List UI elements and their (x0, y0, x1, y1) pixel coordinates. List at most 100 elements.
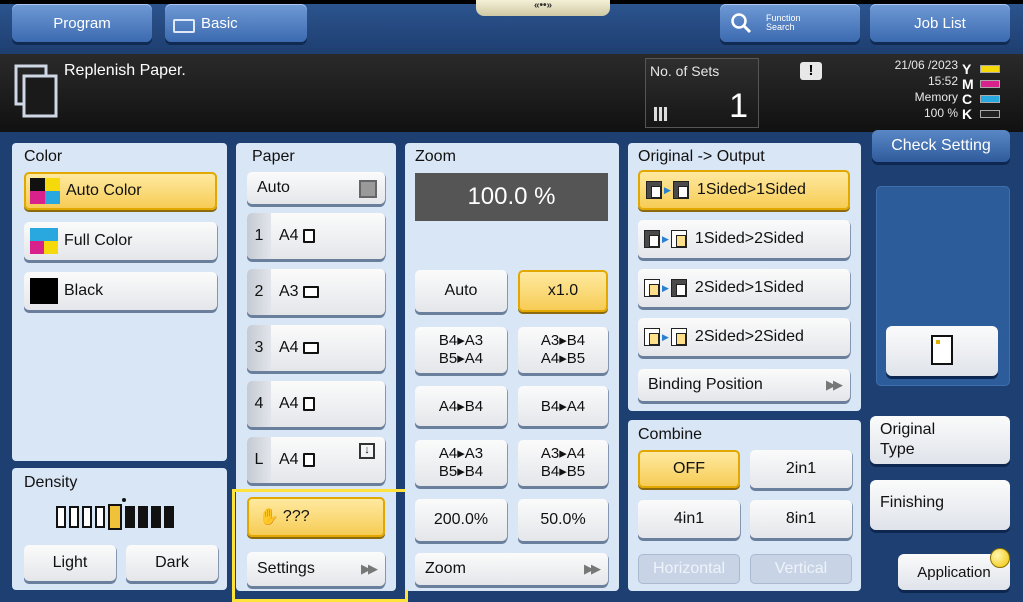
zoom-50-button[interactable]: 50.0% (518, 499, 608, 541)
horizontal-button: Horizontal (638, 554, 740, 584)
zoom-value: 100.0 % (467, 183, 556, 210)
job-list-label: Job List (914, 14, 966, 32)
density-bar-selected (108, 504, 122, 530)
double-chevron-right-icon: ▶▶ (584, 561, 601, 576)
zoom-label: B4▸A4 (540, 398, 586, 415)
original-output-title: Original -> Output (638, 148, 765, 165)
portrait-paper-icon (302, 229, 315, 243)
combine-4in1-label: 4in1 (673, 510, 705, 527)
tray-3-button[interactable]: 3 A4 (247, 325, 385, 371)
tray-1-button[interactable]: 1 A4 (247, 213, 385, 259)
auto-color-label: Auto Color (66, 182, 142, 199)
zoom-label: B4▸A3 (438, 332, 484, 349)
light-button[interactable]: Light (24, 545, 116, 581)
sets-label: No. of Sets (650, 63, 720, 79)
tray-number: 2 (247, 269, 271, 315)
zoom-200-button[interactable]: 200.0% (415, 499, 507, 541)
check-setting-button[interactable]: Check Setting (872, 130, 1010, 162)
1sided-2sided-icon: ▶ (644, 230, 687, 248)
job-list-button[interactable]: Job List (870, 4, 1010, 42)
zoom-a3a4-b4b5-button[interactable]: A3▸A4 B4▸B5 (518, 440, 608, 486)
density-bar (164, 506, 174, 528)
zoom-label: A3▸A4 (540, 445, 586, 462)
unknown-paper-label: ??? (282, 508, 310, 525)
1sided-1sided-button[interactable]: ▶ 1Sided>1Sided (638, 170, 850, 210)
function-search-button[interactable]: Function Search (720, 4, 860, 42)
zoom-x1-button[interactable]: x1.0 (518, 270, 608, 312)
full-color-icon (30, 228, 58, 254)
combine-title: Combine (638, 426, 703, 443)
page-preview-icon (931, 335, 953, 365)
panel-handle-label: «••» (533, 0, 553, 11)
portrait-paper-icon (302, 397, 315, 411)
preview-button[interactable] (886, 326, 998, 376)
tray-size: A4 (279, 339, 299, 356)
toner-row: Y (962, 61, 1012, 77)
status-time: 15:52 (927, 74, 958, 88)
color-title: Color (24, 148, 63, 165)
toner-row: M (962, 76, 1012, 92)
binding-position-button[interactable]: Binding Position ▶▶ (638, 369, 850, 401)
finishing-button[interactable]: Finishing (870, 480, 1010, 530)
check-setting-label: Check Setting (891, 137, 991, 154)
2sided-2sided-button[interactable]: ▶ 2Sided>2Sided (638, 318, 850, 356)
combine-off-button[interactable]: OFF (638, 450, 740, 488)
keypad-icon (654, 107, 668, 121)
toner-letter: K (962, 106, 973, 122)
combine-8in1-button[interactable]: 8in1 (750, 500, 852, 538)
light-label: Light (52, 554, 88, 571)
vertical-button: Vertical (750, 554, 852, 584)
horizontal-label: Horizontal (652, 560, 726, 577)
combine-4in1-button[interactable]: 4in1 (638, 500, 740, 538)
zoom-auto-label: Auto (444, 282, 478, 299)
basic-button[interactable]: Basic (165, 4, 307, 42)
tray-4-button[interactable]: 4 A4 (247, 381, 385, 427)
density-bar (56, 506, 66, 528)
zoom-a3b4-a4b5-button[interactable]: A3▸B4 A4▸B5 (518, 327, 608, 373)
1sided-2sided-button[interactable]: ▶ 1Sided>2Sided (638, 220, 850, 258)
dark-button[interactable]: Dark (126, 545, 218, 581)
unknown-paper-button[interactable]: ✋ ??? (247, 497, 385, 537)
black-button[interactable]: Black (24, 272, 217, 310)
combine-2in1-button[interactable]: 2in1 (750, 450, 852, 488)
binding-position-label: Binding Position (648, 376, 763, 393)
zoom-label: B5▸A4 (438, 350, 484, 367)
tray-size: A3 (279, 283, 299, 300)
panel-handle[interactable]: «••» (476, 0, 610, 16)
black-label: Black (64, 282, 104, 299)
basic-tab-icon (173, 19, 195, 33)
density-marker (122, 498, 126, 502)
zoom-label: A3▸B4 (540, 332, 586, 349)
warning-icon[interactable]: ! (800, 62, 822, 80)
density-scale[interactable] (56, 498, 206, 532)
combine-off-label: OFF (673, 460, 705, 477)
program-button[interactable]: Program (12, 4, 152, 42)
toner-letter: C (962, 91, 973, 107)
density-bar (125, 506, 135, 528)
2sided-2sided-label: 2Sided>2Sided (694, 328, 804, 345)
zoom-a4a3-b5b4-button[interactable]: A4▸A3 B5▸B4 (415, 440, 507, 486)
hand-icon: ✋ (259, 509, 279, 526)
landscape-paper-icon (302, 286, 319, 298)
auto-color-button[interactable]: Auto Color (24, 172, 217, 210)
zoom-b4a4-button[interactable]: B4▸A4 (518, 386, 608, 426)
zoom-b4a3-b5a4-button[interactable]: B4▸A3 B5▸A4 (415, 327, 507, 373)
double-chevron-right-icon: ▶▶ (361, 561, 378, 576)
zoom-200-label: 200.0% (433, 511, 489, 528)
tray-2-button[interactable]: 2 A3 (247, 269, 385, 315)
paper-settings-button[interactable]: Settings ▶▶ (247, 552, 385, 586)
zoom-a4b4-button[interactable]: A4▸B4 (415, 386, 507, 426)
2sided-1sided-button[interactable]: ▶ 2Sided>1Sided (638, 269, 850, 307)
paper-auto-button[interactable]: Auto (247, 172, 385, 204)
1sided-1sided-label: 1Sided>1Sided (696, 181, 806, 198)
original-type-label-1: Original (880, 421, 936, 438)
combine-2in1-label: 2in1 (785, 460, 817, 477)
finishing-label: Finishing (880, 494, 945, 511)
paper-settings-label: Settings (257, 560, 315, 577)
tray-l-button[interactable]: L A4 ↓ (247, 437, 385, 483)
original-type-button[interactable]: Original Type (870, 416, 1010, 464)
full-color-button[interactable]: Full Color (24, 222, 217, 260)
zoom-auto-button[interactable]: Auto (415, 270, 507, 312)
sets-box[interactable]: No. of Sets 1 (645, 58, 759, 128)
zoom-settings-button[interactable]: Zoom ▶▶ (415, 553, 608, 585)
